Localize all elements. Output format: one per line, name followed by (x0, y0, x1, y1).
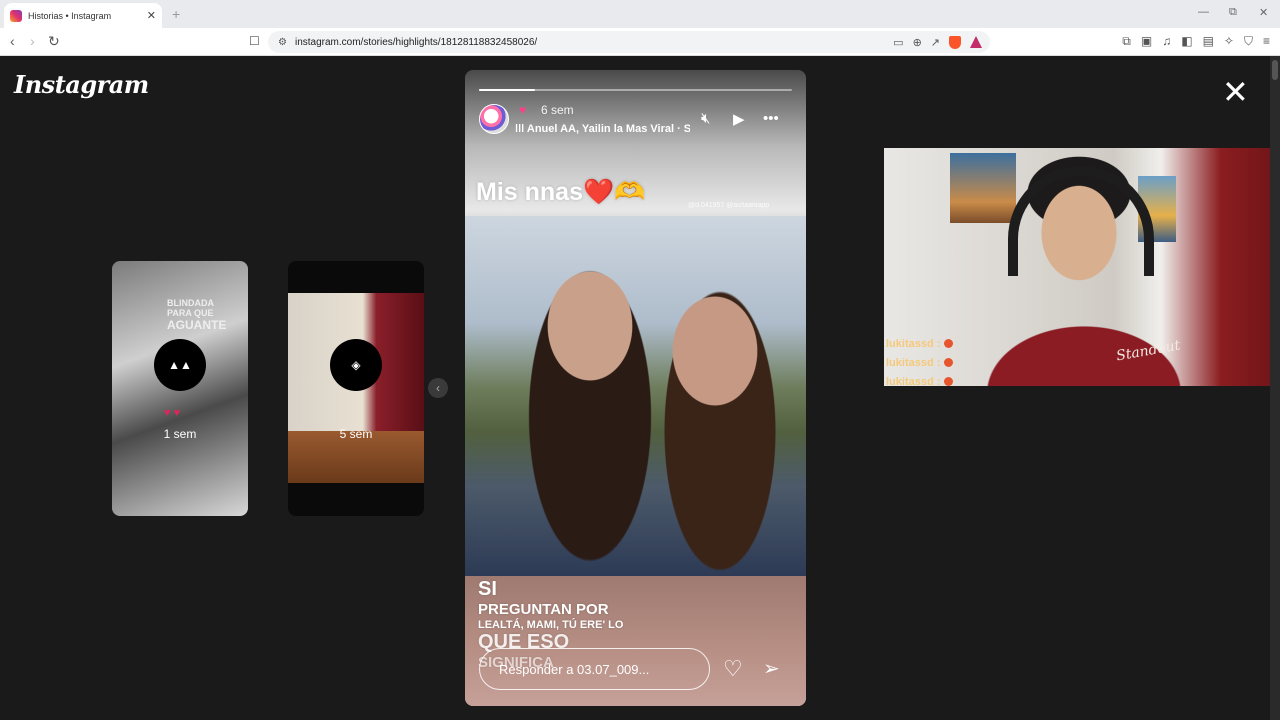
story-preview[interactable]: ◈ 5 sem (288, 261, 424, 516)
story-photo (465, 216, 806, 576)
active-story[interactable]: ♥ 6 sem ǀǀǀ Anuel AA, Yailin la Mas Vira… (465, 70, 806, 706)
story-caption: Mis nnas❤️🫶 (476, 178, 646, 206)
hearts-icon: ♥ ♥ (164, 407, 181, 419)
brave-rewards-icon[interactable] (970, 36, 982, 48)
chat-message: lukitassd : (886, 372, 954, 391)
zoom-icon[interactable]: ⊕ (913, 36, 922, 49)
browser-navbar: ‹ › ↻ ☐ ⚙ instagram.com/stories/highligh… (0, 28, 1280, 56)
stream-chat: lukitassd : lukitassd : lukitassd : (886, 334, 954, 391)
emote-icon (944, 339, 954, 348)
window-close-button[interactable]: ✕ (1259, 6, 1268, 19)
brave-shields-icon[interactable] (949, 35, 961, 49)
chat-message: lukitassd : (886, 334, 954, 353)
preview-overlay-text: BLINDADA PARA QUE AGUANTE (167, 298, 227, 332)
chat-username: lukitassd : (886, 356, 941, 369)
reply-input[interactable]: Responder a 03.07_009... (479, 648, 710, 690)
url-text[interactable]: instagram.com/stories/highlights/1812811… (295, 37, 893, 48)
emote-icon (944, 377, 954, 386)
shirt-logo: Standout (1115, 337, 1182, 365)
chat-username: lukitassd : (886, 337, 941, 350)
screenshot-icon[interactable]: ▣ (1141, 34, 1152, 49)
preview-time: 1 sem (163, 427, 197, 441)
restore-button[interactable]: ⧉ (1229, 6, 1237, 19)
address-bar[interactable]: ⚙ instagram.com/stories/highlights/18128… (268, 31, 990, 53)
music-bars-icon: ǀǀǀ (515, 123, 527, 135)
sidebar-icon[interactable]: ◧ (1181, 34, 1192, 49)
close-story-button[interactable]: ✕ (1222, 76, 1249, 108)
mute-icon[interactable]: 🔇︎ (701, 110, 710, 127)
story-progress-bar (479, 89, 792, 91)
headset (1008, 166, 1154, 276)
emote-icon (944, 358, 954, 367)
preview-avatar: ◈ (330, 339, 382, 391)
bookmark-icon[interactable]: ☐ (249, 34, 260, 48)
site-settings-icon[interactable]: ⚙ (278, 37, 287, 48)
story-time: 6 sem (541, 103, 574, 117)
chat-message: lukitassd : (886, 353, 954, 372)
media-icon[interactable]: ♫ (1162, 34, 1171, 49)
story-avatar[interactable] (479, 104, 509, 134)
browser-tab[interactable]: Historias • Instagram ✕ (4, 3, 162, 28)
play-icon[interactable]: ▶ (733, 110, 745, 128)
back-icon[interactable]: ‹ (10, 33, 15, 49)
chat-username: lukitassd : (886, 375, 941, 388)
browser-tabbar: Historias • Instagram ✕ + — ⧉ ✕ (0, 0, 1280, 28)
more-options-icon[interactable]: ••• (763, 110, 779, 127)
reload-icon[interactable]: ↻ (48, 33, 60, 50)
wall-poster (950, 153, 1016, 223)
story-music-label[interactable]: ǀǀǀ Anuel AA, Yailin la Mas Viral · S (515, 123, 690, 135)
share-icon[interactable]: ↗ (931, 36, 940, 49)
preview-time: 5 sem (339, 427, 373, 441)
tab-close-icon[interactable]: ✕ (147, 9, 156, 22)
lyric-line: PREGUNTAN POR (478, 601, 609, 618)
new-tab-button[interactable]: + (172, 6, 180, 22)
story-mentions[interactable]: @d.041957 @aiztaaniapp (688, 202, 769, 209)
menu-icon[interactable]: ≡ (1263, 34, 1270, 49)
cast-icon[interactable]: ▭ (893, 36, 903, 49)
forward-icon[interactable]: › (30, 33, 35, 49)
lyric-line: SI (478, 578, 497, 600)
instagram-favicon-icon (10, 9, 22, 22)
like-heart-icon[interactable]: ♡ (723, 656, 743, 682)
leo-ai-icon[interactable]: ✧ (1224, 34, 1234, 49)
send-icon[interactable]: ➢ (763, 656, 780, 681)
story-progress-fill (479, 89, 536, 91)
minimize-button[interactable]: — (1198, 6, 1209, 18)
page-scrollbar[interactable] (1270, 56, 1280, 720)
scrollbar-thumb[interactable] (1272, 60, 1278, 80)
previous-story-icon[interactable]: ‹ (428, 378, 448, 398)
wallet-icon[interactable]: ▤ (1203, 34, 1214, 49)
vpn-icon[interactable]: ⛉ (1244, 34, 1253, 49)
highlight-heart-icon: ♥ (519, 103, 527, 117)
instagram-logo[interactable]: Instagram (14, 70, 149, 99)
story-preview[interactable]: BLINDADA PARA QUE AGUANTE ▲▲ ♥ ♥ 1 sem (112, 261, 248, 516)
tab-title: Historias • Instagram (28, 10, 112, 21)
preview-avatar: ▲▲ (154, 339, 206, 391)
lyric-line: LEALTÁ, MAMI, TÚ ERE' LO (478, 619, 624, 631)
extensions-icon[interactable]: ⧉ (1122, 34, 1131, 49)
